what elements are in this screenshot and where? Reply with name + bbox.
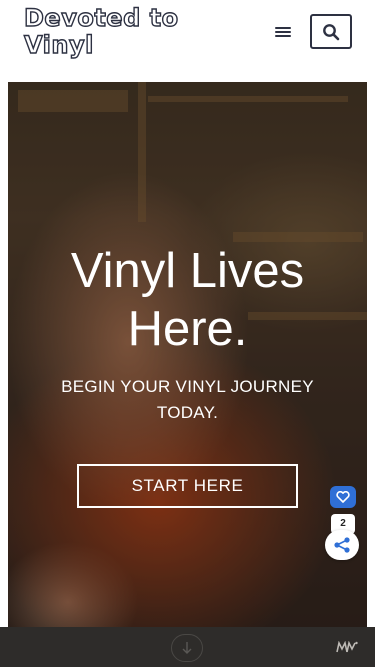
logo-line-2: Vinyl [24,31,94,59]
hero-subtitle: BEGIN YOUR VINYL JOURNEY TODAY. [61,377,314,422]
hero-title: Vinyl Lives Here. [8,242,367,358]
site-header: Devoted to Vinyl [0,0,375,78]
search-button[interactable] [310,14,352,49]
hero-banner: Vinyl Lives Here. BEGIN YOUR VINYL JOURN… [8,82,367,627]
start-here-button[interactable]: START HERE [77,464,298,508]
hamburger-icon [275,27,291,29]
scroll-down-button[interactable] [171,634,203,662]
hero-title-line-1: Vinyl Lives [70,244,305,298]
heart-icon [336,491,350,503]
menu-button[interactable] [270,22,296,42]
like-button[interactable] [330,486,356,508]
bottom-bar [0,627,375,667]
search-icon [323,23,340,40]
share-button[interactable] [325,530,359,560]
brand-mark-icon [336,641,358,653]
share-icon [334,537,350,553]
site-logo[interactable]: Devoted to Vinyl [22,3,232,60]
logo-wordmark: Devoted to Vinyl [23,3,179,59]
arrow-down-icon [182,642,192,654]
hero-title-line-2: Here. [127,302,248,356]
logo-line-1: Devoted to [24,4,179,32]
